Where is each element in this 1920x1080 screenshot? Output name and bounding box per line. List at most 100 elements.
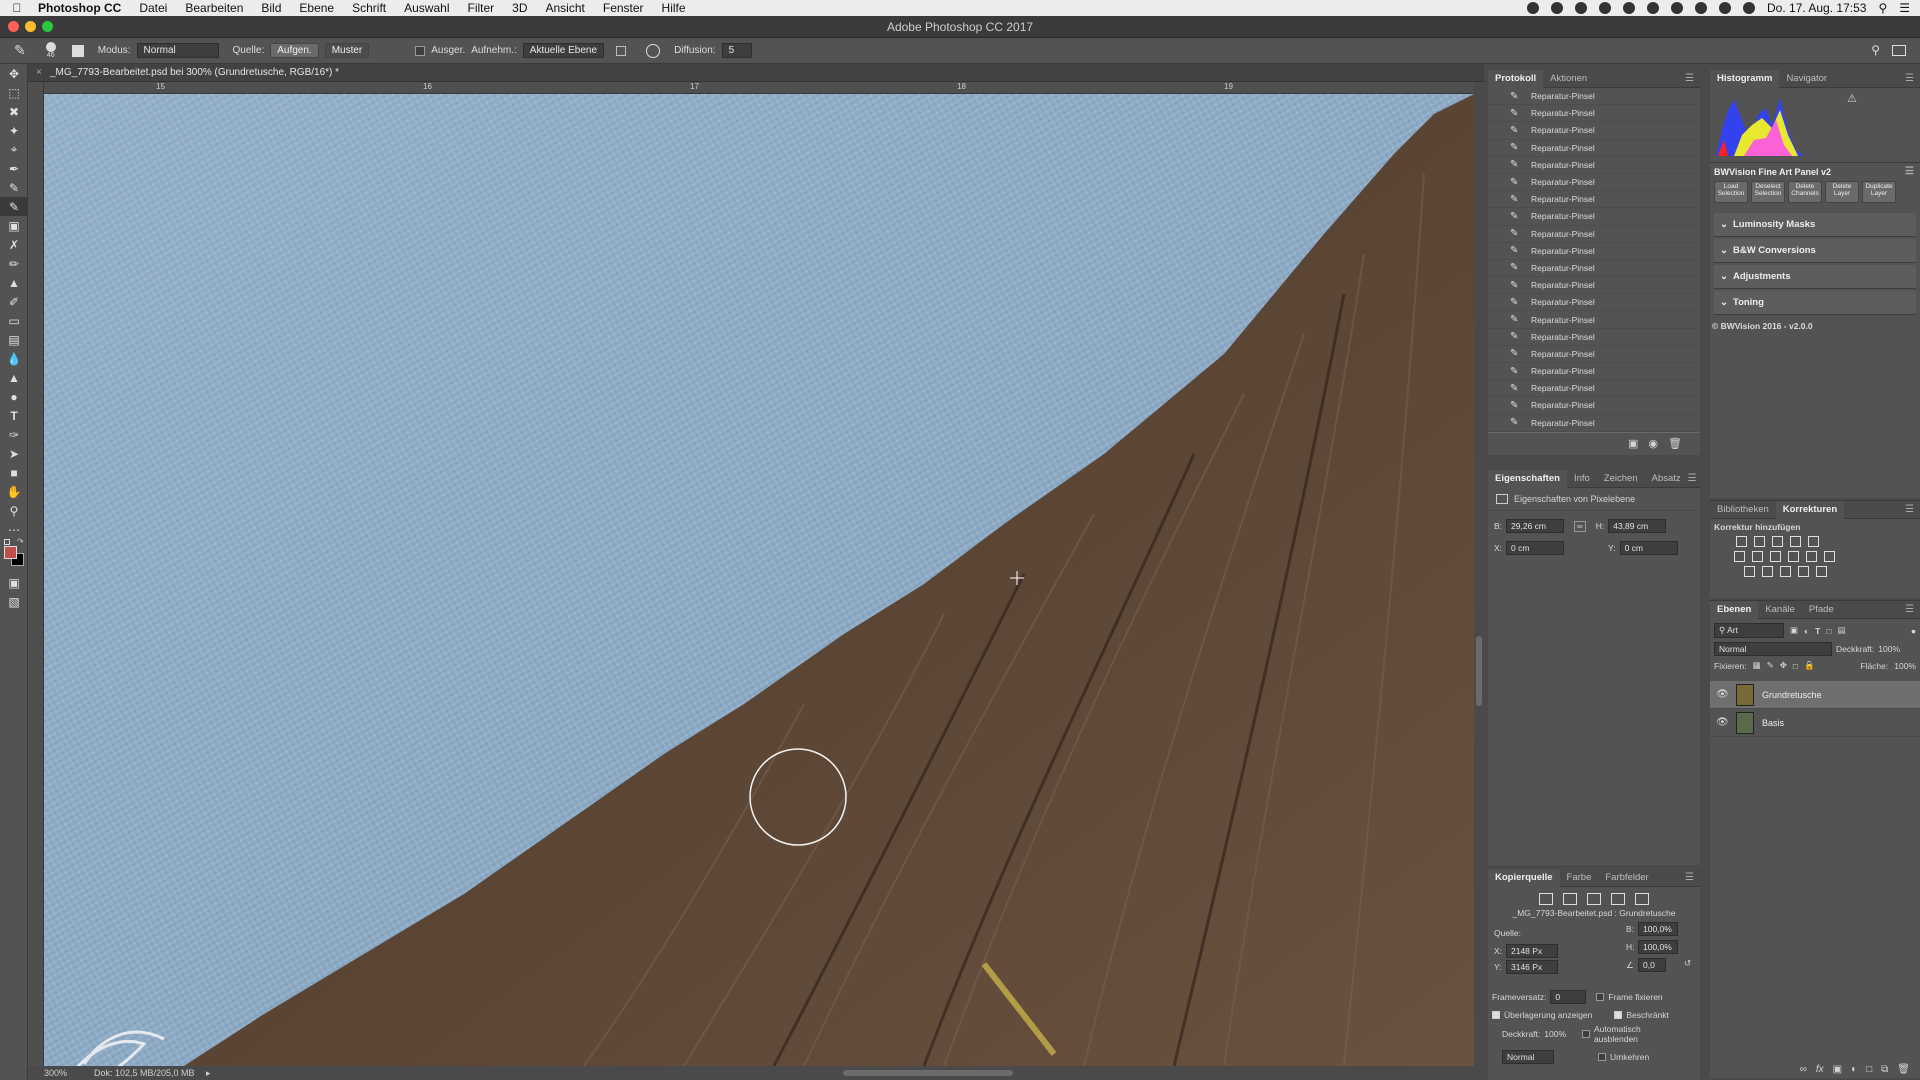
menu-bild[interactable]: Bild <box>252 1 290 15</box>
add-mask-icon[interactable]: ▣ <box>1833 1064 1842 1075</box>
history-step[interactable]: ✎ Reparatur-Pinsel <box>1488 380 1700 398</box>
brush-settings-icon[interactable] <box>71 44 84 57</box>
zoom-field[interactable]: 300% <box>44 1066 67 1080</box>
color-swatches[interactable]: ↷ <box>0 537 27 573</box>
info-icon[interactable] <box>1695 2 1708 14</box>
tab-protokoll[interactable]: Protokoll <box>1488 69 1544 88</box>
maximize-window-button[interactable] <box>42 21 53 32</box>
tab-aktionen[interactable]: Aktionen <box>1543 70 1594 88</box>
history-step[interactable]: ✎ Reparatur-Pinsel <box>1488 88 1700 106</box>
lock-artboard-icon[interactable]: □ <box>1793 661 1798 671</box>
zoom-tool-icon[interactable]: ⚲ <box>0 501 28 520</box>
tab-farbfelder[interactable]: Farbfelder <box>1598 869 1655 887</box>
menubar-clock[interactable]: Do. 17. Aug. 17:53 <box>1767 1 1866 15</box>
battery-icon[interactable] <box>1647 2 1660 14</box>
new-layer-icon[interactable]: ⧉ <box>1881 1064 1888 1075</box>
menu-ansicht[interactable]: Ansicht <box>537 1 594 15</box>
layer-opacity-value[interactable]: 100% <box>1878 644 1900 654</box>
shape-tool-icon[interactable]: ■ <box>0 463 28 482</box>
section-adjustments[interactable]: ⌄ Adjustments <box>1714 265 1916 289</box>
notification-center-icon[interactable]: ☰ <box>1899 1 1910 15</box>
dodge-icon[interactable]: ● <box>0 387 28 406</box>
panel-menu-icon[interactable]: ☰ <box>1685 872 1700 883</box>
document-tab[interactable]: × _MG_7793-Bearbeitet.psd bei 300% (Grun… <box>28 64 1484 82</box>
filter-adjustment-icon[interactable]: ◐ <box>1804 626 1809 636</box>
reset-transform-icon[interactable]: ↺ <box>1684 958 1691 969</box>
wifi-icon[interactable] <box>1743 2 1756 14</box>
panel-menu-icon[interactable]: ☰ <box>1688 473 1703 484</box>
lasso-tool-icon[interactable]: ✖ <box>0 102 28 121</box>
layer-thumbnail[interactable] <box>1736 683 1754 706</box>
offset-y-field[interactable]: 3146 Px <box>1506 960 1558 974</box>
tab-absatz[interactable]: Absatz <box>1645 470 1688 488</box>
new-document-icon[interactable]: ▣ <box>1628 437 1638 450</box>
clone-source-4-icon[interactable] <box>1611 893 1625 905</box>
link-icon[interactable]: ∞ <box>1574 520 1586 532</box>
search-icon[interactable]: ⚲ <box>1871 43 1880 57</box>
photo-filter-icon[interactable] <box>1788 551 1799 562</box>
trash-icon[interactable]: 🗑 <box>1668 437 1682 450</box>
lock-frame-checkbox[interactable] <box>1596 993 1605 1001</box>
tab-ebenen[interactable]: Ebenen <box>1710 600 1759 619</box>
history-step[interactable]: ✎ Reparatur-Pinsel <box>1488 397 1700 415</box>
sample-select[interactable]: Aktuelle Ebene <box>522 43 605 58</box>
patch-tool-icon[interactable]: ▣ <box>0 216 28 235</box>
tab-bibliotheken[interactable]: Bibliotheken <box>1710 501 1776 519</box>
layer-name[interactable]: Basis <box>1762 718 1784 728</box>
pressure-icon[interactable] <box>646 43 661 58</box>
history-step[interactable]: ✎ Reparatur-Pinsel <box>1488 226 1700 243</box>
content-aware-move-icon[interactable]: ✗ <box>0 235 28 254</box>
aligned-checkbox[interactable] <box>415 45 426 56</box>
clone-source-3-icon[interactable] <box>1587 893 1601 905</box>
gradient-icon[interactable]: ▤ <box>0 330 28 349</box>
panel-menu-icon[interactable]: ☰ <box>1905 504 1920 515</box>
filter-shape-icon[interactable]: □ <box>1826 626 1831 636</box>
status-icon[interactable] <box>1551 2 1564 14</box>
diffusion-select[interactable]: 5 <box>721 43 752 58</box>
fill-value[interactable]: 100% <box>1894 661 1916 671</box>
filter-type-icon[interactable]: T <box>1815 626 1820 636</box>
eyedropper-icon[interactable]: ✒ <box>0 159 28 178</box>
tab-info[interactable]: Info <box>1567 470 1597 488</box>
brightness-icon[interactable] <box>1736 536 1747 547</box>
path-select-icon[interactable]: ➤ <box>0 444 28 463</box>
deselect-selection-button[interactable]: Deselect Selection <box>1751 181 1785 203</box>
selective-color-icon[interactable] <box>1798 566 1809 577</box>
layer-thumbnail[interactable] <box>1736 711 1754 734</box>
default-colors-icon[interactable] <box>4 539 10 545</box>
frame-offset-field[interactable]: 0 <box>1550 990 1587 1004</box>
layer-row-grundretusche[interactable]: 👁 Grundretusche <box>1710 681 1920 709</box>
history-step[interactable]: ✎ Reparatur-Pinsel <box>1488 311 1700 329</box>
invert-checkbox[interactable] <box>1598 1053 1606 1061</box>
warning-icon[interactable]: ⚠ <box>1847 92 1857 105</box>
menu-bearbeiten[interactable]: Bearbeiten <box>176 1 252 15</box>
clock-icon[interactable] <box>1671 2 1684 14</box>
curves-icon[interactable] <box>1772 536 1783 547</box>
lock-all-icon[interactable]: 🔒 <box>1804 660 1815 671</box>
history-step[interactable]: ✎ Reparatur-Pinsel <box>1488 294 1700 312</box>
hand-tool-icon[interactable]: ✋ <box>0 482 28 501</box>
history-step[interactable]: ✎ Reparatur-Pinsel <box>1488 277 1700 295</box>
menu-auswahl[interactable]: Auswahl <box>395 1 458 15</box>
user-icon[interactable] <box>1599 2 1612 14</box>
posterize-icon[interactable] <box>1762 566 1773 577</box>
history-step[interactable]: ✎ Reparatur-Pinsel <box>1488 140 1700 157</box>
overlay-blend-select[interactable]: Normal <box>1502 1050 1554 1064</box>
tab-pfade[interactable]: Pfade <box>1802 601 1841 619</box>
clone-stamp-icon[interactable]: ▲ <box>0 273 28 292</box>
history-step[interactable]: ✎ Reparatur-Pinsel <box>1488 208 1700 226</box>
link-layers-icon[interactable]: ∞ <box>1800 1064 1807 1075</box>
history-step[interactable]: ✎ Reparatur-Pinsel <box>1488 174 1700 192</box>
layer-row-basis[interactable]: 👁 Basis <box>1710 709 1920 737</box>
panel-menu-icon[interactable]: ☰ <box>1685 73 1700 84</box>
tab-korrekturen[interactable]: Korrekturen <box>1775 500 1845 519</box>
offset-x-field[interactable]: 2148 Px <box>1506 944 1558 958</box>
move-tool-icon[interactable]: ✥ <box>0 64 28 83</box>
menu-hilfe[interactable]: Hilfe <box>653 1 695 15</box>
gradient-map-icon[interactable] <box>1816 566 1827 577</box>
history-step[interactable]: ✎ Reparatur-Pinsel <box>1488 105 1700 123</box>
color-lookup-icon[interactable] <box>1824 551 1835 562</box>
lock-pixels-icon[interactable]: ✎ <box>1767 660 1774 671</box>
section-toning[interactable]: ⌄ Toning <box>1714 291 1916 315</box>
scale-h-field[interactable]: 100,0% <box>1638 940 1678 954</box>
